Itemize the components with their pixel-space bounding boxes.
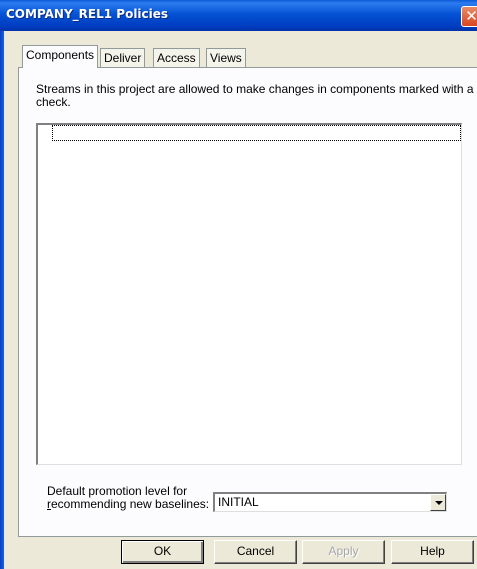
window-frame-left — [0, 31, 4, 569]
focus-row[interactable] — [52, 125, 461, 141]
components-description: Streams in this project are allowed to m… — [36, 82, 474, 109]
promotion-label-line1: Default promotion level for — [47, 484, 188, 498]
ok-button[interactable]: OK — [121, 540, 204, 564]
promotion-label-line2: ecommending new baselines: — [51, 497, 210, 511]
title-bar[interactable]: COMPANY_REL1 Policies — [0, 0, 477, 31]
help-button[interactable]: Help — [391, 540, 474, 564]
tab-views[interactable]: Views — [206, 48, 246, 68]
tab-panel-components: Streams in this project are allowed to m… — [18, 67, 477, 537]
components-checklist[interactable] — [36, 123, 462, 465]
promotion-level-select[interactable]: INITIAL — [213, 492, 447, 512]
tab-access[interactable]: Access — [153, 48, 200, 68]
cancel-button[interactable]: Cancel — [214, 540, 297, 564]
chevron-down-icon[interactable] — [430, 494, 446, 511]
apply-button[interactable]: Apply — [302, 540, 385, 564]
window-title: COMPANY_REL1 Policies — [6, 7, 169, 21]
promotion-level-value: INITIAL — [218, 495, 259, 509]
tab-deliver[interactable]: Deliver — [100, 48, 146, 68]
tab-components[interactable]: Components — [22, 45, 99, 68]
promotion-level-label: Default promotion level for recommending… — [47, 485, 217, 511]
policies-dialog: COMPANY_REL1 Policies ✕ Components Deliv… — [0, 0, 477, 569]
close-icon[interactable]: ✕ — [461, 6, 477, 27]
